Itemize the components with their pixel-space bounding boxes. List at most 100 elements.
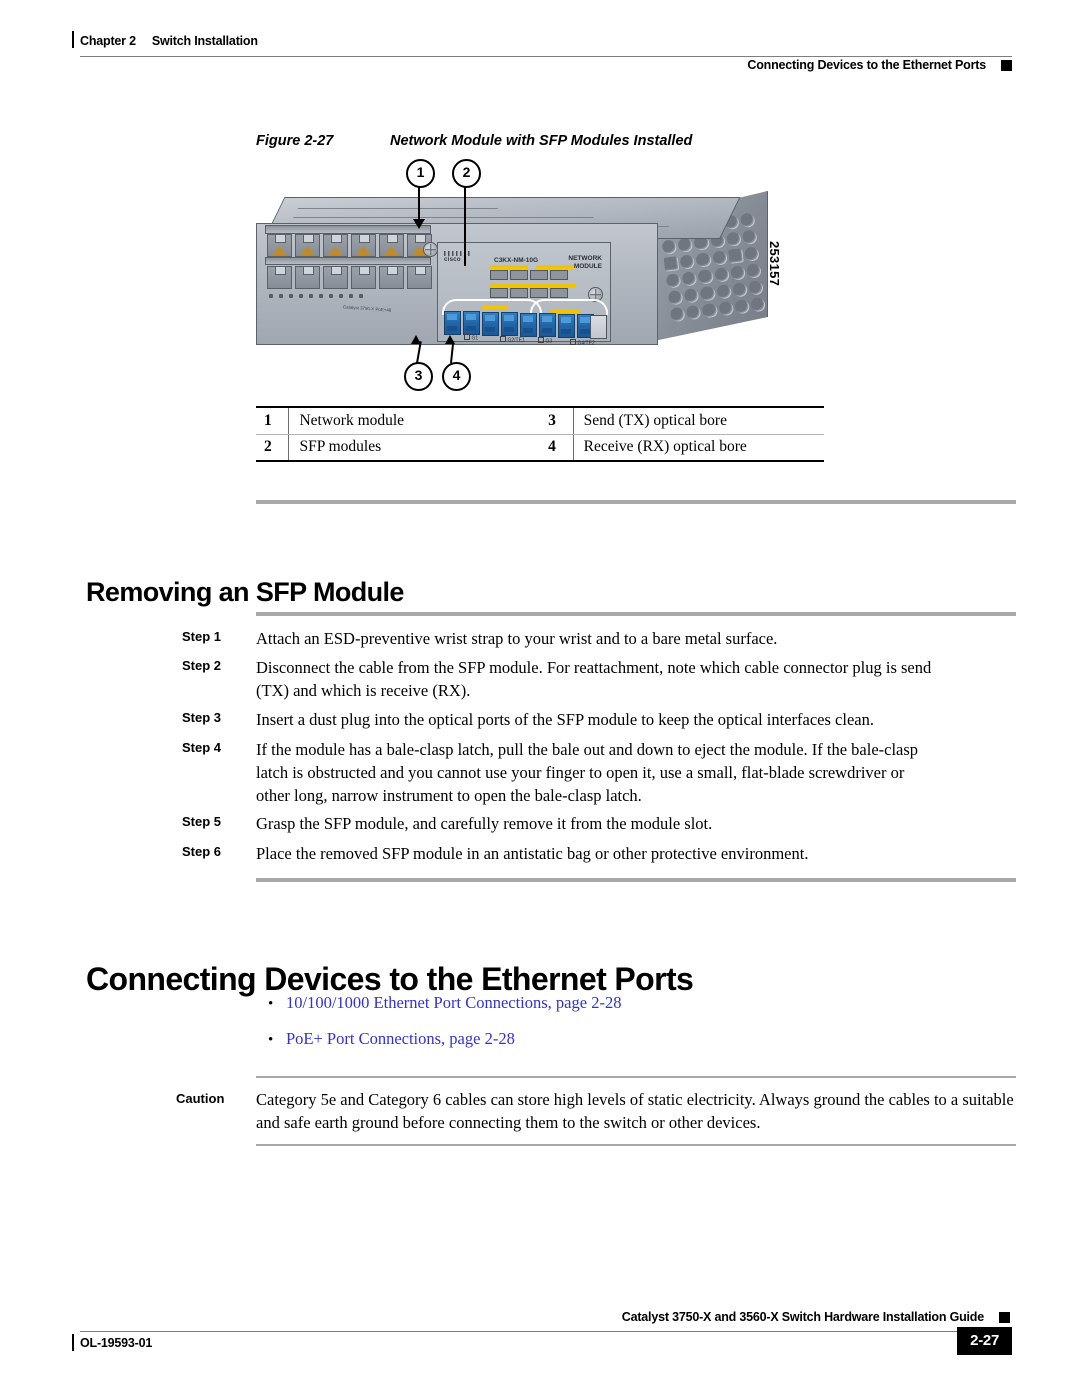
step-item: Step 3 Insert a dust plug into the optic… [182, 708, 942, 731]
legend-row: 2 SFP modules 4 Receive (RX) optical bor… [256, 434, 824, 462]
caution-block: Caution Category 5e and Category 6 cable… [176, 1076, 1016, 1146]
sfp-module [444, 311, 461, 335]
bullet-icon: • [268, 1032, 274, 1048]
link-ethernet-port-connections[interactable]: 10/100/1000 Ethernet Port Connections, p… [286, 993, 621, 1013]
header-chapter-number: Chapter 2 [80, 34, 136, 48]
sfp-module [463, 311, 480, 335]
legend-number: 4 [540, 434, 574, 462]
step-label: Step 6 [182, 844, 222, 859]
caution-rule-bottom [256, 1144, 1016, 1146]
header-chapter-title: Switch Installation [151, 34, 258, 48]
legend-text: SFP modules [288, 434, 541, 462]
step-label: Step 1 [182, 629, 222, 644]
heading-removing-sfp-module: Removing an SFP Module [86, 577, 404, 608]
callout-1-leader [417, 184, 420, 220]
step-item: Step 2 Disconnect the cable from the SFP… [182, 656, 942, 702]
legend-text: Send (TX) optical bore [573, 406, 824, 435]
caution-text: Category 5e and Category 6 cables can st… [256, 1090, 1014, 1132]
rj45-port-bank-upper [267, 234, 432, 257]
header-section-title: Connecting Devices to the Ethernet Ports [747, 58, 986, 72]
list-item: • PoE+ Port Connections, page 2-28 [268, 1029, 968, 1049]
footer-divider [80, 1331, 1012, 1332]
port-label-g3: G3 [538, 337, 552, 345]
footer-tick-mark [72, 1334, 74, 1351]
sfp-module [501, 312, 518, 336]
page-header: Chapter 2 Switch Installation Connecting… [72, 28, 1012, 74]
step-text: Place the removed SFP module in an antis… [256, 844, 809, 863]
step-text: Insert a dust plug into the optical port… [256, 710, 874, 729]
page-footer: Catalyst 3750-X and 3560-X Switch Hardwa… [72, 1310, 1012, 1370]
sfp-module-group-3 [520, 313, 556, 337]
figure-block: Figure 2-27 Network Module with SFP Modu… [256, 133, 1016, 402]
legend-text: Receive (RX) optical bore [573, 434, 824, 462]
port-status-leds [269, 294, 363, 298]
figure-title: Network Module with SFP Modules Installe… [390, 133, 693, 149]
header-tick-mark [72, 31, 74, 48]
header-square-marker [1001, 60, 1012, 71]
header-divider [80, 56, 1012, 57]
network-module-title-line1: NETWORK [568, 255, 602, 262]
sfp-module-group-1 [444, 311, 480, 335]
link-poe-port-connections[interactable]: PoE+ Port Connections, page 2-28 [286, 1029, 515, 1049]
callout-2-leader [463, 184, 466, 266]
related-topics-list: • 10/100/1000 Ethernet Port Connections,… [268, 993, 968, 1065]
port-label-g2te1: G2/TE1 [500, 336, 525, 344]
step-text: Attach an ESD-preventive wrist strap to … [256, 629, 778, 648]
rule-below-steps [256, 878, 1016, 882]
figure-caption: Figure 2-27 Network Module with SFP Modu… [256, 133, 1016, 149]
figure-legend-table: 1 Network module 3 Send (TX) optical bor… [256, 406, 824, 462]
legend-text: Network module [288, 406, 541, 435]
header-chapter-group: Chapter 2 Switch Installation [80, 34, 258, 48]
step-item: Step 6 Place the removed SFP module in a… [182, 842, 942, 865]
sfp-module [482, 312, 499, 336]
switch-illustration: Catalyst 3750-X PoE+48 cisco C3KX-NM-10G… [256, 191, 776, 372]
step-item: Step 4 If the module has a bale-clasp la… [182, 738, 942, 807]
legend-number: 2 [256, 434, 290, 462]
sfp-cage-row-lower [490, 288, 568, 298]
step-text: If the module has a bale-clasp latch, pu… [256, 740, 919, 805]
sfp-module [558, 314, 575, 338]
figure-art-id: 253157 [767, 241, 782, 287]
callout-4-arrow [445, 335, 455, 344]
figure-number: Figure 2-27 [256, 133, 334, 149]
chassis-model-label: Catalyst 3750-X PoE+48 [343, 304, 392, 313]
sfp-slot-empty [590, 315, 607, 339]
rule-below-removing-sfp-heading [256, 612, 1016, 616]
callout-1-arrow [412, 219, 425, 229]
switch-front-face: Catalyst 3750-X PoE+48 cisco C3KX-NM-10G… [256, 223, 658, 347]
caution-label: Caution [176, 1091, 225, 1106]
port-label-g1: G1 [464, 334, 478, 342]
step-label: Step 3 [182, 710, 222, 725]
bullet-icon: • [268, 996, 274, 1012]
legend-row: 1 Network module 3 Send (TX) optical bor… [256, 406, 824, 435]
legend-number: 1 [256, 406, 290, 435]
network-module-part-number: C3KX-NM-10G [494, 257, 539, 264]
callout-1: 1 [406, 159, 435, 188]
step-label: Step 5 [182, 814, 222, 829]
sfp-module [520, 313, 537, 337]
step-label: Step 2 [182, 658, 222, 673]
sfp-cage-row-upper [490, 270, 568, 280]
rule-above-removing-sfp [256, 500, 1016, 504]
callout-3: 3 [404, 362, 433, 391]
step-text: Grasp the SFP module, and carefully remo… [256, 814, 713, 833]
thumbscrew-left [423, 242, 438, 257]
step-text: Disconnect the cable from the SFP module… [256, 658, 932, 700]
footer-document-id: OL-19593-01 [80, 1336, 153, 1350]
cisco-wordmark: cisco [444, 257, 461, 263]
network-module-title-line2: MODULE [573, 262, 602, 270]
callout-4: 4 [442, 362, 471, 391]
footer-guide-title: Catalyst 3750-X and 3560-X Switch Hardwa… [621, 1310, 984, 1324]
footer-square-marker [999, 1312, 1010, 1323]
sfp-module-group-4 [558, 314, 594, 338]
legend-number: 3 [540, 406, 574, 435]
port-label-g4te2: G4/TE2 [570, 339, 595, 347]
sfp-module [539, 313, 556, 337]
callout-3-arrow [411, 335, 421, 344]
footer-page-number: 2-27 [957, 1327, 1012, 1355]
rj45-port-bank-lower [267, 266, 432, 289]
sfp-module-group-2 [482, 312, 518, 336]
figure-artwork: 1 2 3 4 Catalyst 3750-X PoE+48 cisco C3K… [256, 157, 782, 402]
step-item: Step 1 Attach an ESD-preventive wrist st… [182, 627, 942, 650]
step-item: Step 5 Grasp the SFP module, and careful… [182, 812, 942, 835]
